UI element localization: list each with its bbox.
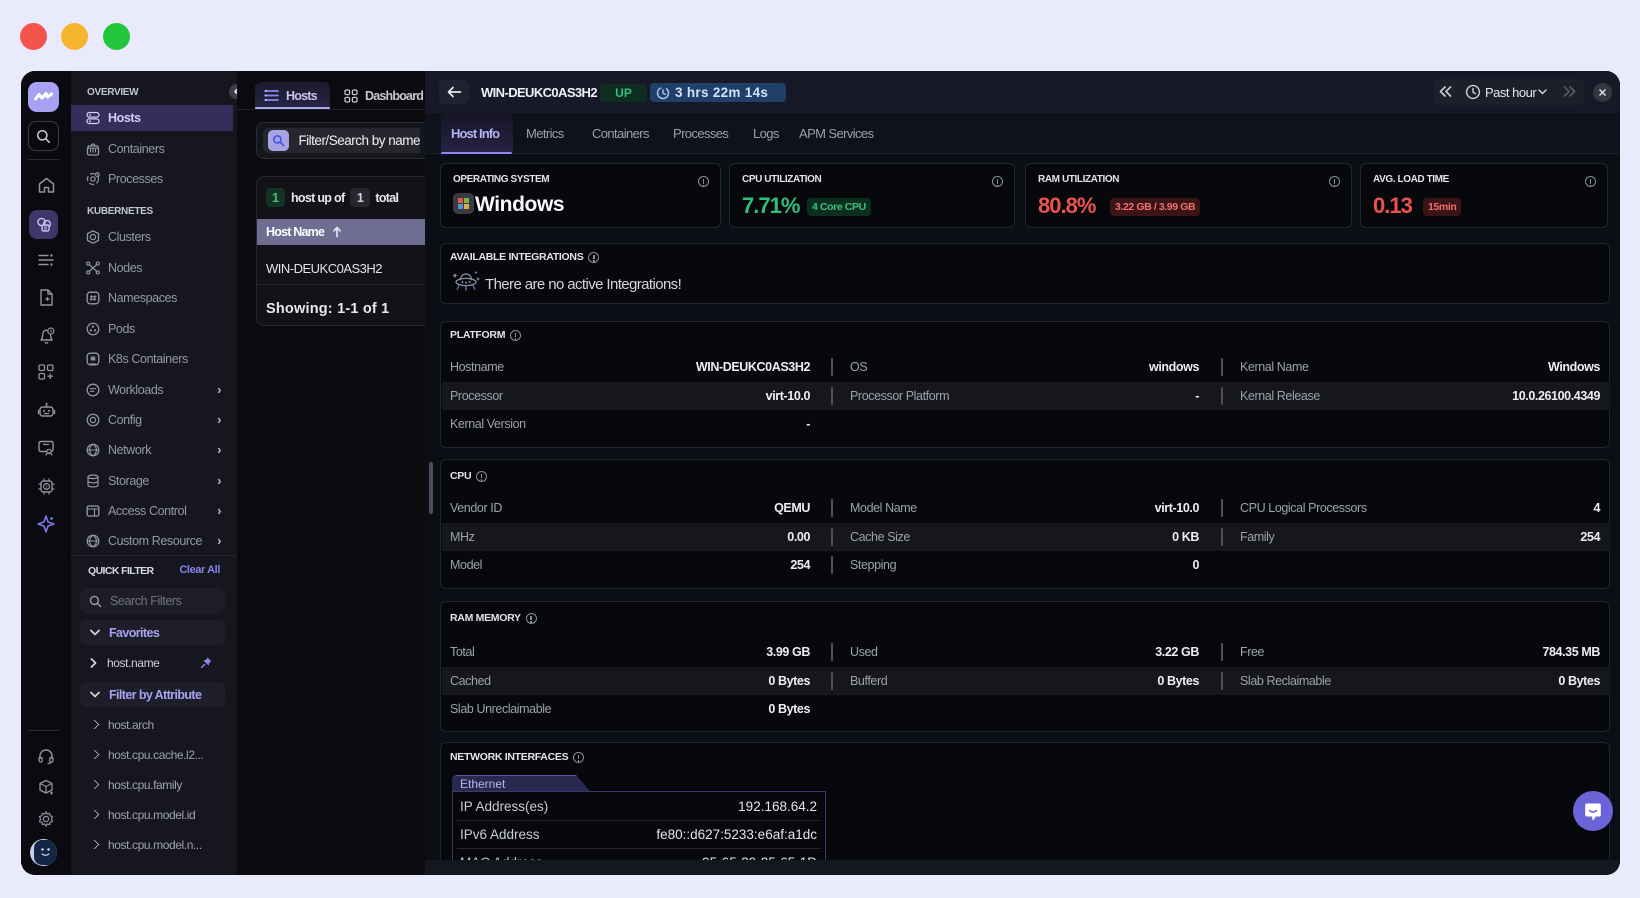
svg-text:1: 1 — [44, 484, 47, 490]
